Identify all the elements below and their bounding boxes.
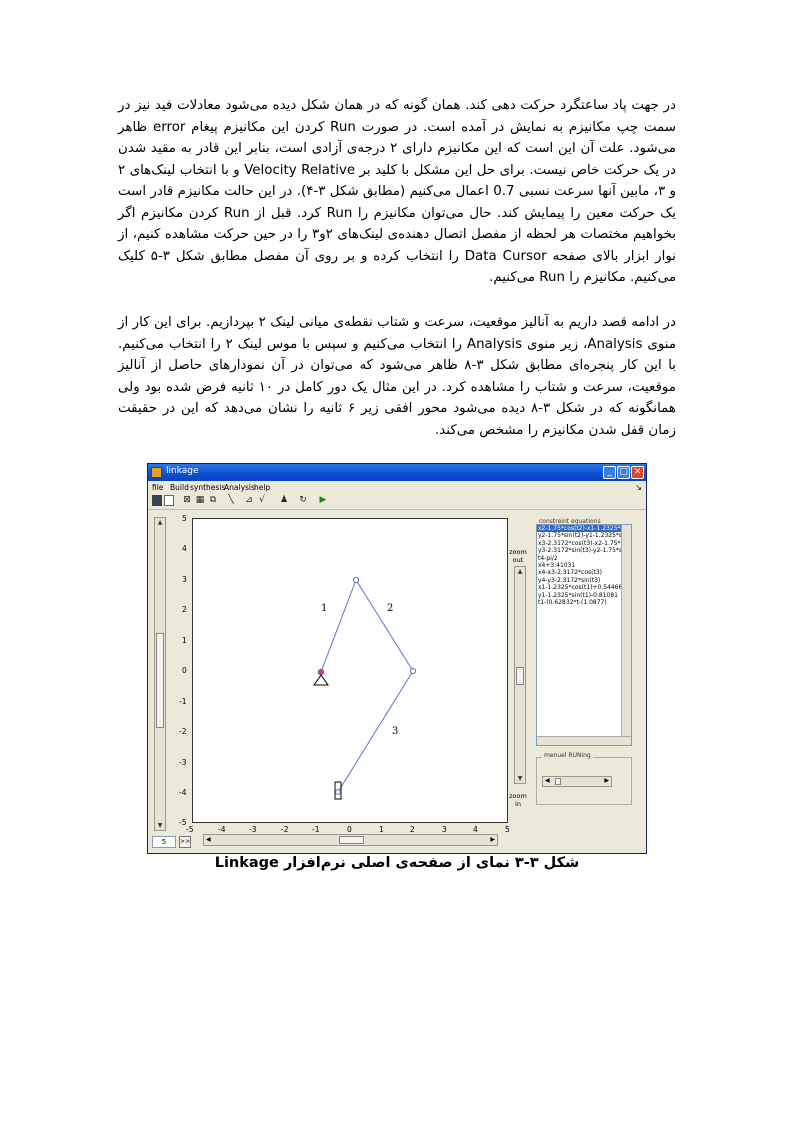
list-item[interactable]: t4-pi/2 [537,555,631,562]
link-icon[interactable]: ⊿ [244,495,254,506]
link-label-1: 1 [321,603,327,614]
joint-12[interactable] [352,576,360,584]
slider-up-arrow-icon[interactable]: ▲ [155,519,165,526]
link-label-2: 2 [387,603,393,614]
zoom-slider[interactable]: ▲ ▼ [514,566,526,784]
y-tick: -3 [179,758,187,767]
y-tick: 4 [182,544,187,553]
x-tick: 0 [347,825,352,834]
y-tick: -1 [179,697,187,706]
toolbar: ⊠ ▦ ⧉ ╲ ⊿ √ ♟ ↻ ▶ [148,494,646,510]
horizontal-slider-thumb[interactable] [339,836,364,844]
x-tick: 3 [442,825,447,834]
list-item[interactable]: y3-2.3172*sin(t3)-y2-1.75*sin [537,547,631,554]
menu-file[interactable]: file [152,483,163,492]
line-icon[interactable]: ╲ [226,495,236,506]
ground-pivot-joint[interactable] [317,668,325,676]
step-button[interactable]: >> [179,836,191,848]
zoom-out-label: zoom out [509,548,527,564]
link-1[interactable] [320,579,357,673]
left-vertical-slider[interactable]: ▲ ▼ [154,517,166,831]
list-item[interactable]: x3-2.3172*cos(t3)-x2-1.75*co [537,540,631,547]
list-item[interactable]: x4-x3-2.3172*cos(t3) [537,569,631,576]
y-tick: 3 [182,575,187,584]
menu-help[interactable]: help [254,483,270,492]
person-icon[interactable]: ♟ [279,495,289,506]
save-icon[interactable] [152,495,162,506]
x-tick: -1 [312,825,320,834]
joint-23[interactable] [409,667,417,675]
zoom-down-arrow-icon[interactable]: ▼ [515,775,525,782]
list-item[interactable]: x1-1.2325*cos(t1)+0.54466 [537,584,631,591]
app-icon [151,467,162,478]
select-icon[interactable]: ⧉ [208,495,218,506]
slider-left-arrow-icon[interactable]: ◀ [206,836,211,843]
paragraph-1: در جهت پاد ساعتگرد حرکت دهی کند. همان گو… [118,98,677,285]
step-input[interactable]: 5 [152,836,176,848]
slider-right-arrow-icon[interactable]: ▶ [490,836,495,843]
grid-icon[interactable]: ▦ [195,495,205,506]
x-tick: 2 [410,825,415,834]
manual-running-label: menuel RUNing [542,752,593,759]
x-tick: -5 [186,825,194,834]
x-tick: 1 [379,825,384,834]
linkage-window: linkage _ □ ✕ file Build synthesis Analy… [147,463,647,854]
list-item[interactable]: y4-y3-2.3172*sin(t3) [537,577,631,584]
manual-left-arrow-icon[interactable]: ◀ [545,777,550,784]
link-2[interactable] [355,579,414,672]
list-item[interactable]: y2-1.75*sin(t2)-y1-1.2325*sin [537,532,631,539]
ground-triangle-icon [313,674,329,686]
box-icon[interactable]: ⊠ [182,495,192,506]
list-scrollbar[interactable] [621,525,631,745]
menu-synthesis[interactable]: synthesis [190,483,225,492]
figure-caption: شکل ۳-۳ نمای از صفحه‌ی اصلی نرم‌افزار Li… [214,855,580,871]
x-tick: 4 [473,825,478,834]
play-icon[interactable]: ▶ [318,495,328,506]
minimize-button[interactable]: _ [603,466,616,479]
mechanism-canvas[interactable]: 1 2 3 [193,519,507,822]
new-icon[interactable] [164,495,174,506]
zoom-thumb[interactable] [516,667,524,685]
constraint-equations-list[interactable]: x2-1.75*cos(t2)-x1-1.2325*co y2-1.75*sin… [536,524,632,746]
list-item[interactable]: t1-(0.62832*t-(1.0877) [537,599,631,606]
y-tick: 0 [182,666,187,675]
maximize-button[interactable]: □ [617,466,630,479]
window-title: linkage [166,466,199,476]
manual-right-arrow-icon[interactable]: ▶ [604,777,609,784]
link-3[interactable] [337,670,414,793]
close-button[interactable]: ✕ [631,466,644,479]
y-tick: 5 [182,514,187,523]
x-tick: -2 [281,825,289,834]
x-tick: -3 [249,825,257,834]
manual-thumb[interactable] [555,778,561,785]
plot-area[interactable]: 1 2 3 [192,518,508,823]
manual-run-slider[interactable]: ◀ ▶ [542,776,612,787]
title-bar[interactable]: linkage _ □ ✕ [148,464,646,481]
list-item[interactable]: x4+3.41031 [537,562,631,569]
x-tick: -4 [218,825,226,834]
bottom-horizontal-slider[interactable]: ◀ ▶ [203,834,498,846]
menu-analysis[interactable]: Analysis [224,483,255,492]
zoom-in-label: zoom in [509,792,527,808]
list-hscrollbar[interactable] [537,736,631,745]
refresh-icon[interactable]: ↻ [298,495,308,506]
list-item[interactable]: y1-1.2325*sin(t1)-0.81081 [537,592,631,599]
menu-bar: file Build synthesis Analysis help ↘ [148,482,646,493]
link-label-3: 3 [392,726,398,737]
y-tick: 1 [182,636,187,645]
paragraph-2: در ادامه قصد داریم به آنالیز موقعیت، سرع… [118,315,677,438]
y-tick: -4 [179,788,187,797]
menu-build[interactable]: Build [170,483,189,492]
slider-down-arrow-icon[interactable]: ▼ [155,822,165,829]
menu-arrow-icon[interactable]: ↘ [635,483,642,492]
y-tick: 2 [182,605,187,614]
list-item[interactable]: x2-1.75*cos(t2)-x1-1.2325*co [537,525,631,533]
zoom-up-arrow-icon[interactable]: ▲ [515,568,525,575]
y-tick: -2 [179,727,187,736]
check-icon[interactable]: √ [257,495,267,506]
x-tick: 5 [505,825,510,834]
slider-joint[interactable] [335,789,341,795]
slider-thumb[interactable] [156,633,164,728]
